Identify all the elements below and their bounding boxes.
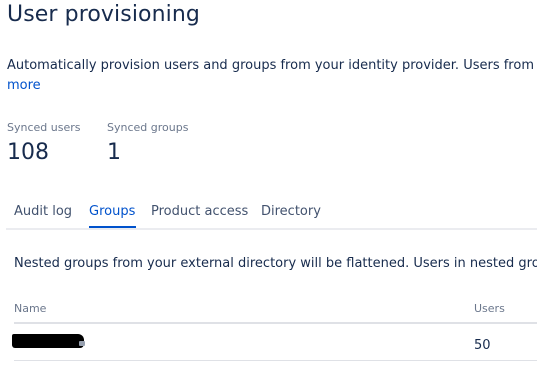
tab-bar: Audit log Groups Product access Director… (6, 200, 537, 230)
redacted-group-name (12, 334, 84, 348)
synced-users-value: 108 (7, 140, 49, 165)
tab-groups[interactable]: Groups (89, 204, 135, 219)
tab-directory[interactable]: Directory (261, 204, 321, 219)
group-users-count: 50 (474, 338, 491, 353)
table-row[interactable]: 50 (12, 324, 537, 361)
page-title: User provisioning (7, 2, 200, 27)
nested-groups-note: Nested groups from your external directo… (14, 256, 537, 271)
lock-icon (79, 341, 85, 346)
tab-product-access[interactable]: Product access (151, 204, 248, 219)
user-provisioning-page: User provisioning Automatically provisio… (0, 0, 537, 371)
active-tab-indicator (89, 226, 136, 228)
column-header-users[interactable]: Users (474, 302, 505, 315)
groups-table-header: Name Users (14, 302, 537, 324)
more-link[interactable]: more (7, 78, 41, 93)
column-header-name[interactable]: Name (14, 302, 46, 315)
description-text: Automatically provision users and groups… (7, 58, 537, 73)
synced-groups-stat: Synced groups 1 (107, 121, 188, 165)
synced-groups-label: Synced groups (107, 121, 189, 134)
synced-users-label: Synced users (7, 121, 81, 134)
synced-groups-value: 1 (107, 140, 121, 165)
synced-users-stat: Synced users 108 (7, 121, 80, 165)
tab-audit-log[interactable]: Audit log (14, 204, 72, 219)
